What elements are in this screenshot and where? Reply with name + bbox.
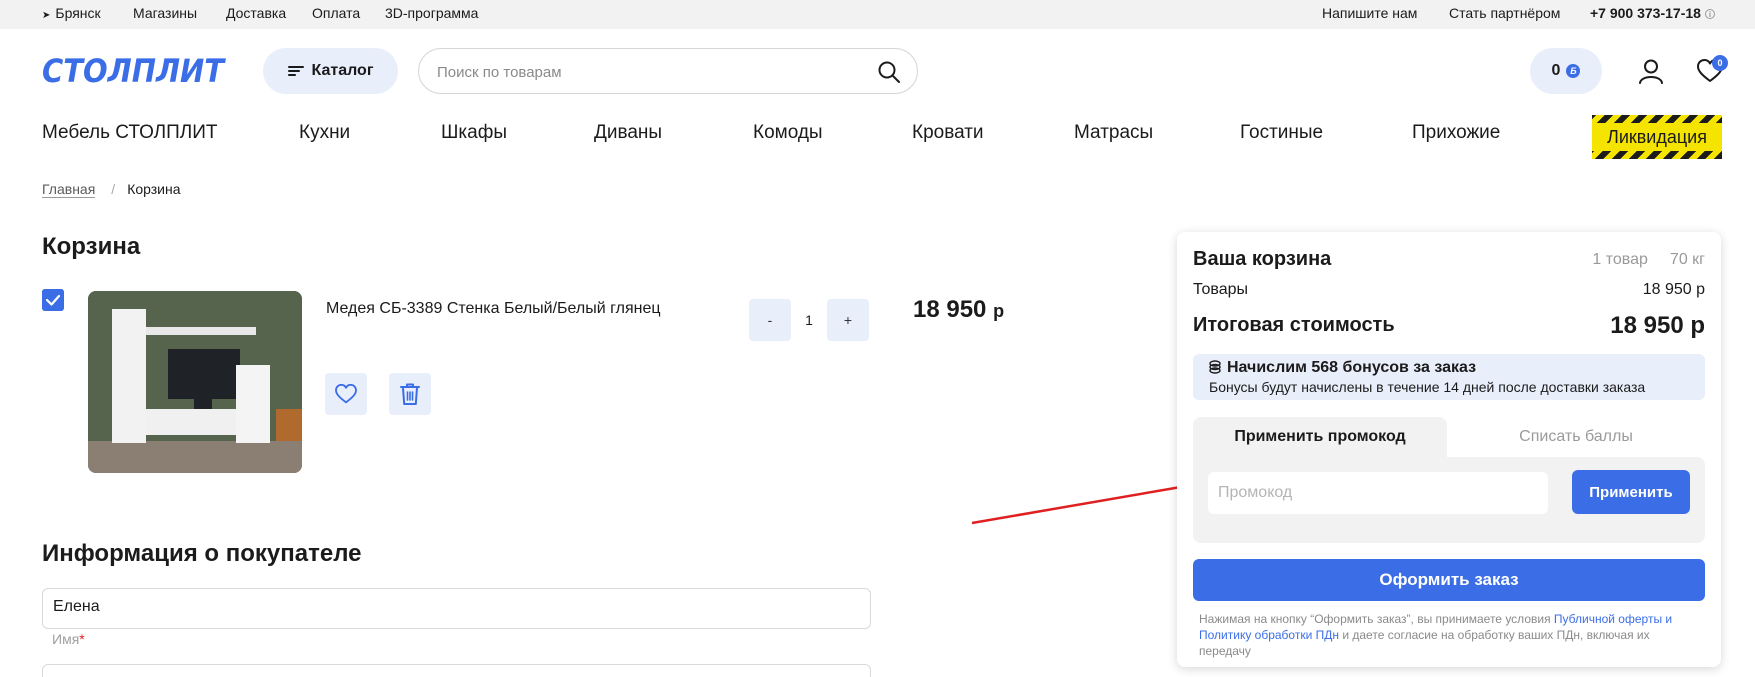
item-price: 18 950 р [913,296,1004,324]
quantity-decrease-button[interactable]: - [749,299,791,341]
bonus-title-text: Начислим 568 бонусов за заказ [1227,359,1477,376]
quantity-increase-button[interactable]: + [827,299,869,341]
nav-item-living-rooms[interactable]: Гостиные [1240,122,1323,144]
apply-promo-button[interactable]: Применить [1572,470,1690,514]
summary-title: Ваша корзина [1193,248,1332,270]
phone-link[interactable]: +7 900 373-17-18 i [1590,5,1715,21]
bonus-subtitle: Бонусы будут начислены в течение 14 дней… [1209,379,1646,395]
promo-panel: Применить [1193,457,1705,543]
total-label: Итоговая стоимость [1193,314,1395,336]
bonus-badge-icon: Б [1566,64,1581,78]
search-bar [418,48,918,94]
search-input[interactable] [437,61,857,83]
phone-number: +7 900 373-17-18 [1590,5,1701,21]
nav-item-dressers[interactable]: Комоды [753,122,823,144]
item-price-value: 18 950 [913,296,987,323]
city-name: Брянск [55,5,101,21]
nav-item-sofas[interactable]: Диваны [594,122,662,144]
top-link-stores[interactable]: Магазины [133,5,197,21]
logo-text: СТОЛПЛИТ [42,53,226,87]
goods-value: 18 950 р [1642,281,1705,298]
next-field[interactable] [42,664,871,677]
product-image[interactable] [88,291,302,473]
name-field-label: Имя* [52,631,85,647]
info-icon[interactable]: i [1704,9,1715,19]
item-select-checkbox[interactable] [42,289,64,311]
nav-item-mattresses[interactable]: Матрасы [1074,122,1153,144]
required-mark: * [79,631,85,647]
logo[interactable]: СТОЛПЛИТ [42,53,227,87]
trash-icon [400,383,420,405]
summary-meta: 1 товар 70 кг [1592,251,1705,269]
total-value: 18 950 р [1610,312,1705,339]
checkout-button[interactable]: Оформить заказ [1193,559,1705,601]
promo-code-input[interactable] [1208,472,1548,514]
bonus-title: Начислим 568 бонусов за заказ [1209,359,1476,377]
nav-item-beds[interactable]: Кровати [912,122,984,144]
nav-item-wardrobes[interactable]: Шкафы [441,122,507,144]
liquidation-label: Ликвидация [1592,123,1722,151]
delete-item-button[interactable] [389,373,431,415]
page-title: Корзина [42,233,141,260]
nav-item-hallways[interactable]: Прихожие [1412,122,1500,144]
legal-prefix: Нажимая на кнопку “Оформить заказ”, вы п… [1199,612,1551,626]
top-link-payment[interactable]: Оплата [312,5,360,21]
top-link-delivery[interactable]: Доставка [226,5,286,21]
partner-link[interactable]: Стать партнёром [1449,5,1560,21]
header: СТОЛПЛИТ Каталог 0 Б 0 [0,29,1755,113]
top-link-3d[interactable]: 3D-программа [385,5,478,21]
tab-spend-points[interactable]: Списать баллы [1447,417,1705,457]
product-name[interactable]: Медея СБ-3389 Стенка Белый/Белый глянец [326,300,661,318]
bonus-balance-button[interactable]: 0 Б [1530,48,1602,94]
bonus-balance: 0 [1551,62,1561,79]
goods-label: Товары [1193,281,1249,298]
breadcrumb-current: Корзина [127,181,181,197]
top-bar: ➤ Брянск Магазины Доставка Оплата 3D-прог… [0,0,1755,29]
tab-apply-promo[interactable]: Применить промокод [1193,417,1447,457]
catalog-label: Каталог [311,62,374,79]
breadcrumb-separator: / [111,181,116,197]
legal-notice: Нажимая на кнопку “Оформить заказ”, вы п… [1199,611,1699,659]
heart-icon [335,384,357,404]
quantity-value: 1 [805,312,813,328]
breadcrumb-home[interactable]: Главная [42,181,96,198]
city-selector[interactable]: ➤ Брянск [42,5,101,21]
search-icon[interactable] [877,60,901,84]
name-label-text: Имя [52,631,80,647]
summary-items-count: 1 товар [1592,251,1648,268]
liquidation-link[interactable]: Ликвидация [1592,115,1722,159]
location-arrow-icon: ➤ [42,10,51,21]
user-icon[interactable] [1638,58,1664,84]
menu-icon [287,66,304,76]
order-summary: Ваша корзина 1 товар 70 кг Товары 18 950 … [1177,232,1721,667]
name-field [42,588,871,629]
coins-icon [1209,360,1221,374]
favorites-count-badge: 0 [1712,55,1728,71]
buyer-info-title: Информация о покупателе [42,540,362,567]
item-price-currency: р [993,301,1005,321]
write-us-link[interactable]: Напишите нам [1322,5,1417,21]
summary-weight: 70 кг [1669,251,1705,268]
catalog-button[interactable]: Каталог [263,48,398,94]
nav-item-kitchens[interactable]: Кухни [299,122,350,144]
breadcrumb: Главная / Корзина [42,181,181,198]
bonus-info-box: Начислим 568 бонусов за заказ Бонусы буд… [1193,354,1705,400]
category-nav: Мебель СТОЛПЛИТ Кухни Шкафы Диваны Комод… [0,113,1755,159]
nav-item-stolplit[interactable]: Мебель СТОЛПЛИТ [42,122,218,144]
add-to-favorites-button[interactable] [325,373,367,415]
name-input[interactable] [53,598,853,616]
